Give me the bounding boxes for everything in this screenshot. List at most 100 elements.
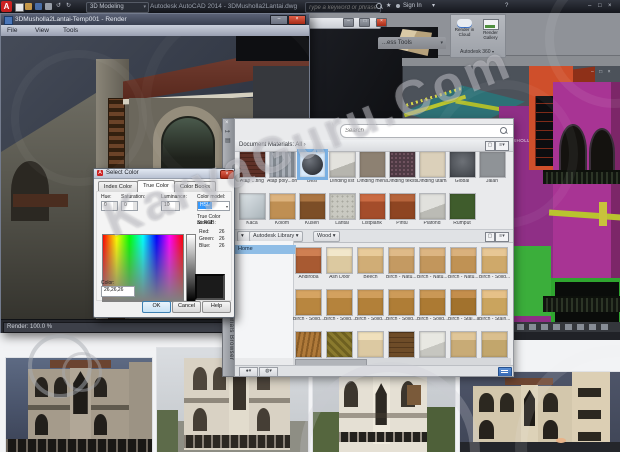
material-item[interactable]: Dinding utama xyxy=(417,151,447,191)
material-item[interactable]: Dinding tekstur xyxy=(387,151,417,191)
menu-file[interactable]: File xyxy=(7,25,17,36)
palette-autohide-icon[interactable]: ↦ xyxy=(225,128,230,135)
material-item[interactable]: Lantai xyxy=(327,193,357,227)
material-item[interactable] xyxy=(324,331,355,358)
render-gallery-button[interactable]: Render Gallery xyxy=(478,17,503,47)
sign-in-button[interactable]: Sign In xyxy=(403,3,422,9)
material-item[interactable]: Birch - Natu...um xyxy=(386,247,417,287)
thumb4-roof xyxy=(505,378,553,384)
maximize-icon[interactable]: □ xyxy=(598,2,602,11)
ok-button[interactable]: OK xyxy=(142,301,171,313)
render-minimize-icon[interactable]: – xyxy=(270,15,288,25)
material-item[interactable]: Dinding list xyxy=(327,151,357,191)
signin-chevron-icon[interactable]: ▾ xyxy=(432,2,435,11)
material-item[interactable]: Beech xyxy=(355,247,386,287)
render-close-icon[interactable]: × xyxy=(288,15,306,25)
dialog-titlebar[interactable]: A Select Color × xyxy=(94,169,234,179)
material-item[interactable]: Ash Door xyxy=(324,247,355,287)
drawing-restore-icon[interactable]: □ xyxy=(359,18,370,27)
help-icon[interactable]: ? xyxy=(505,2,508,11)
material-item[interactable] xyxy=(417,331,448,358)
render-in-cloud-button[interactable]: Render in Cloud xyxy=(452,17,477,47)
dialog-close-icon[interactable]: × xyxy=(220,170,234,179)
material-label: Birch - Stain...ight xyxy=(479,317,510,329)
breadcrumb-category[interactable]: Wood ▾ xyxy=(313,231,340,242)
list-view-icon[interactable]: ≡▾ xyxy=(495,232,509,242)
material-item[interactable]: Dinding menara xyxy=(357,151,387,191)
material-item[interactable]: Birch - Natu...hed xyxy=(448,247,479,287)
material-item[interactable]: Plafond xyxy=(417,193,447,227)
material-label: Birch - Solid...ural xyxy=(479,275,510,287)
hue-spinner[interactable] xyxy=(113,201,118,211)
material-item[interactable]: Kaca xyxy=(237,193,267,227)
redo-icon[interactable]: ↻ xyxy=(66,2,71,11)
material-item[interactable] xyxy=(355,331,386,358)
material-label: Kolom xyxy=(267,221,297,227)
close-icon[interactable]: × xyxy=(608,2,612,11)
luminance-spinner[interactable] xyxy=(175,201,180,211)
materials-search-input[interactable] xyxy=(340,124,514,138)
library-tree[interactable]: Home xyxy=(235,241,294,358)
material-item[interactable]: Birch - Solid...ined xyxy=(324,289,355,329)
material-item-selected[interactable]: Besi xyxy=(297,151,327,191)
minimize-icon[interactable]: – xyxy=(588,2,591,11)
viewport-window-controls[interactable]: – □ × xyxy=(591,69,613,75)
material-item[interactable]: Rumput xyxy=(447,193,477,227)
material-item[interactable]: Listplank xyxy=(357,193,387,227)
gallery-icon xyxy=(483,19,499,30)
palette-properties-icon[interactable]: ▤ xyxy=(225,137,231,144)
thumbnail-view-icon[interactable]: ▢ xyxy=(485,232,495,242)
material-item[interactable]: Atap ...ting xyxy=(237,151,267,191)
new-file-icon[interactable] xyxy=(15,3,24,12)
list-view-icon[interactable]: ≡▾ xyxy=(495,141,509,151)
material-item[interactable]: Kusen xyxy=(297,193,327,227)
material-item[interactable]: Kolom xyxy=(267,193,297,227)
saturation-spinner[interactable] xyxy=(133,201,138,211)
material-item[interactable]: Birch - Solid...ined xyxy=(417,289,448,329)
tree-item-selected[interactable]: Home xyxy=(235,245,296,254)
drawing-minimize-icon[interactable]: – xyxy=(343,18,354,27)
material-item[interactable] xyxy=(386,331,417,358)
menu-view[interactable]: View xyxy=(35,25,49,36)
material-item[interactable] xyxy=(293,331,324,358)
workspace-dropdown[interactable]: 3D Modeling▾ xyxy=(86,2,149,13)
cancel-button[interactable]: Cancel xyxy=(172,301,201,313)
tab-true-color[interactable]: True Color xyxy=(137,180,175,192)
thumbnail-view-icon[interactable]: ▢ xyxy=(485,141,495,151)
material-item[interactable]: Atap poly...onat xyxy=(267,151,297,191)
render-window-titlebar[interactable]: 3DMusholla2Lantai-Temp001 - Render – × xyxy=(1,14,309,25)
render-thumbnail-4[interactable] xyxy=(460,372,620,452)
material-item[interactable] xyxy=(448,331,479,358)
save-icon[interactable] xyxy=(35,3,42,10)
material-item[interactable]: Birch - Solid...ined xyxy=(293,289,324,329)
material-item[interactable]: Birch - Solid...ined xyxy=(386,289,417,329)
material-item[interactable]: Birch - Stain...ight xyxy=(479,289,510,329)
material-item[interactable]: Birch - Solid...ined xyxy=(355,289,386,329)
green-value: 26 xyxy=(219,236,225,242)
manage-library-icon[interactable] xyxy=(498,367,512,377)
material-item[interactable]: Global xyxy=(447,151,477,191)
material-label: Besi xyxy=(297,179,327,191)
open-file-icon[interactable] xyxy=(25,3,32,10)
library-horizontal-scrollbar[interactable] xyxy=(293,358,511,365)
create-material-icon[interactable]: ●▾ xyxy=(239,367,258,377)
material-item[interactable] xyxy=(479,331,510,358)
material-item[interactable]: Birch - Natu...oss xyxy=(417,247,448,287)
ribbon-tab-express-tools[interactable]: ...ess Tools ▾ xyxy=(378,37,446,49)
plot-icon[interactable] xyxy=(45,3,52,10)
material-item[interactable]: Pintu xyxy=(387,193,417,227)
drawing-close-icon[interactable]: × xyxy=(376,18,387,27)
help-button[interactable]: Help xyxy=(202,301,231,313)
palette-close-icon[interactable]: × xyxy=(225,120,229,126)
material-item[interactable]: Jalan xyxy=(477,151,507,191)
undo-icon[interactable]: ↺ xyxy=(56,2,61,11)
color-value-input[interactable]: 26,26,26 xyxy=(101,286,135,297)
render-thumbnail-1[interactable] xyxy=(6,358,152,452)
material-item[interactable]: Birch - Solid...ural xyxy=(479,247,510,287)
material-item[interactable]: Birch - Stai...ark xyxy=(448,289,479,329)
menu-tools[interactable]: Tools xyxy=(63,25,78,36)
create-texture-icon[interactable]: ◍▾ xyxy=(259,367,278,377)
material-item[interactable]: Andiroba xyxy=(293,247,324,287)
render-thumbnail-3[interactable] xyxy=(313,368,455,452)
color-model-select[interactable]: HSL ▾ xyxy=(197,201,230,211)
